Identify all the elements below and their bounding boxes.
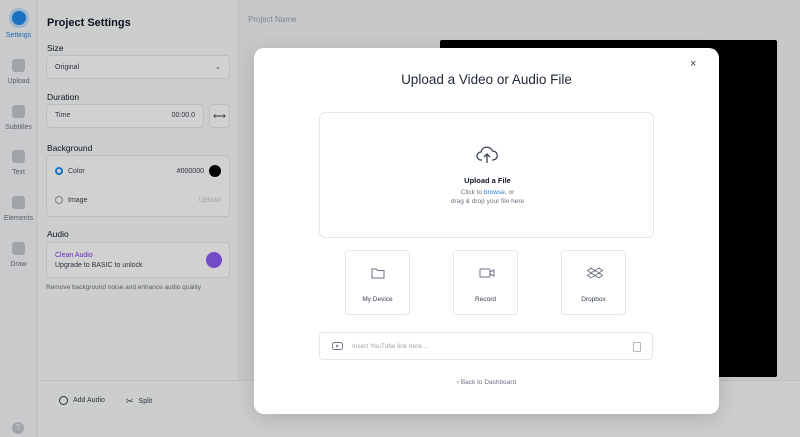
upload-modal: × Upload a Video or Audio File Upload a … [254, 48, 719, 414]
browse-link[interactable]: browse [484, 189, 505, 196]
drop-text-before: Click to [460, 189, 484, 196]
back-to-dashboard-link[interactable]: ‹ Back to Dashboard [254, 379, 719, 386]
file-drop-zone[interactable]: Upload a File Click to browse, or drag &… [319, 112, 654, 238]
close-icon[interactable]: × [690, 58, 696, 70]
youtube-link-field[interactable] [319, 332, 653, 360]
my-device-label: My Device [362, 296, 393, 303]
drop-text-after: , or [504, 189, 515, 196]
dropbox-label: Dropbox [581, 296, 606, 303]
record-button[interactable]: Record [453, 250, 518, 315]
video-camera-icon [479, 268, 495, 278]
dropbox-button[interactable]: Dropbox [561, 250, 626, 315]
folder-icon [371, 268, 385, 279]
drop-instructions: Click to browse, or drag & drop your fil… [320, 188, 655, 206]
youtube-input[interactable] [352, 340, 612, 352]
modal-title: Upload a Video or Audio File [401, 72, 572, 87]
record-label: Record [475, 296, 496, 303]
drop-title: Upload a File [464, 176, 511, 185]
paste-icon[interactable] [633, 341, 641, 352]
dropbox-icon [587, 267, 603, 279]
cloud-upload-icon [476, 146, 498, 163]
drop-text-line2: drag & drop your file here [450, 198, 525, 205]
my-device-button[interactable]: My Device [345, 250, 410, 315]
youtube-icon [332, 342, 343, 350]
